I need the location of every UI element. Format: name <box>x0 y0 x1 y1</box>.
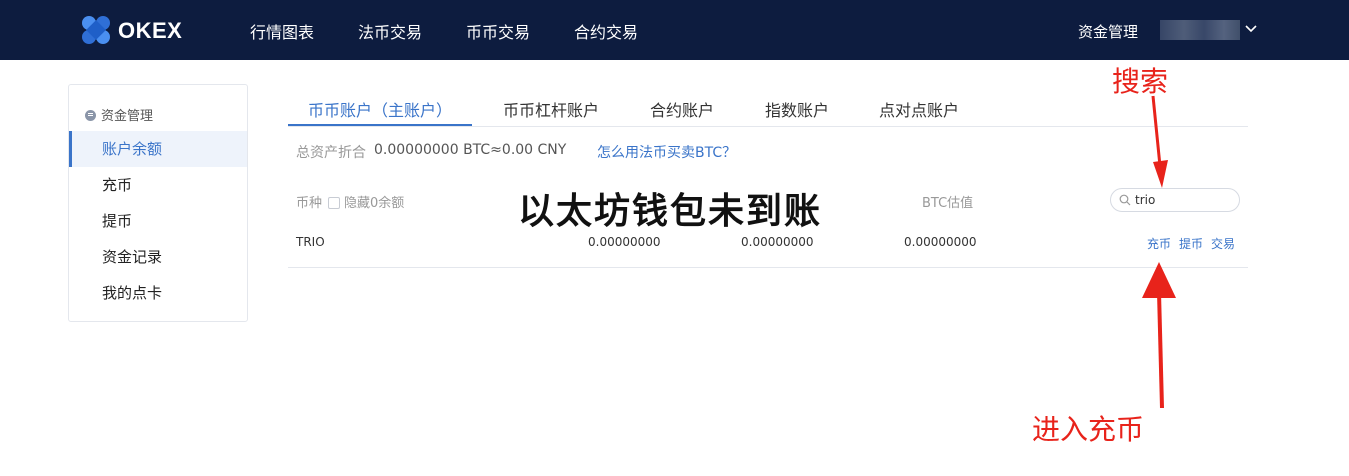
column-header-currency: 币种 <box>296 196 323 211</box>
okex-logo[interactable]: OKEX <box>78 12 198 48</box>
row-currency: TRIO <box>296 235 325 249</box>
sidebar-item-deposit[interactable]: 充币 <box>69 167 247 203</box>
funds-sidebar: 资金管理 账户余额 充币 提币 资金记录 我的点卡 <box>68 84 248 322</box>
column-header-btc-value: BTC估值 <box>922 196 974 211</box>
nav-futures-trading[interactable]: 合约交易 <box>574 19 638 43</box>
active-tab-underline <box>288 124 472 126</box>
tab-index-account[interactable]: 指数账户 <box>765 97 829 121</box>
tab-margin-account[interactable]: 币币杠杆账户 <box>503 97 599 121</box>
total-assets-label: 总资产折合 <box>296 145 366 161</box>
chevron-down-icon[interactable] <box>1244 22 1258 36</box>
row-trade-link[interactable]: 交易 <box>1211 235 1235 252</box>
sidebar-item-fund-records[interactable]: 资金记录 <box>69 239 247 275</box>
annotation-enter-deposit: 进入充币 <box>1032 413 1145 446</box>
row-divider <box>288 267 1248 268</box>
row-withdraw-link[interactable]: 提币 <box>1179 235 1203 252</box>
nav-fiat-trading[interactable]: 法币交易 <box>358 19 422 43</box>
account-tabs: 币币账户（主账户） 币币杠杆账户 合约账户 指数账户 点对点账户 <box>288 84 1248 127</box>
hide-zero-label: 隐藏0余额 <box>344 196 405 211</box>
currency-search <box>1110 188 1240 212</box>
watermark-caption: 以太坊钱包未到账 <box>518 191 823 232</box>
search-icon <box>1119 194 1131 206</box>
list-icon <box>85 110 96 121</box>
nav-funds-management[interactable]: 资金管理 <box>1078 21 1138 42</box>
row-value-col3: 0.00000000 <box>741 235 814 249</box>
sidebar-heading: 资金管理 <box>85 105 153 124</box>
top-nav-bar: OKEX 行情图表 法币交易 币币交易 合约交易 资金管理 <box>0 0 1349 60</box>
annotation-search: 搜索 <box>1112 65 1169 98</box>
row-value-col2: 0.00000000 <box>588 235 661 249</box>
row-btc-value: 0.00000000 <box>904 235 977 249</box>
sidebar-item-withdraw[interactable]: 提币 <box>69 203 247 239</box>
tab-spot-main-account[interactable]: 币币账户（主账户） <box>308 97 452 121</box>
hide-zero-balance-toggle[interactable]: 隐藏0余额 <box>328 192 404 211</box>
currency-search-input[interactable] <box>1135 192 1235 208</box>
logo-text: OKEX <box>118 18 183 43</box>
okex-logo-icon <box>82 16 110 44</box>
arrow-to-deposit <box>1142 262 1176 409</box>
sidebar-heading-label: 资金管理 <box>101 109 154 124</box>
hide-zero-checkbox[interactable] <box>328 197 340 209</box>
total-assets-value: 0.00000000 BTC≈0.00 CNY <box>374 142 567 158</box>
user-account-blurred[interactable] <box>1160 20 1240 40</box>
tab-p2p-account[interactable]: 点对点账户 <box>879 97 959 121</box>
nav-spot-trading[interactable]: 币币交易 <box>466 19 530 43</box>
row-deposit-link[interactable]: 充币 <box>1147 235 1171 252</box>
fiat-help-link[interactable]: 怎么用法币买卖BTC？ <box>597 142 736 162</box>
nav-market-charts[interactable]: 行情图表 <box>250 19 314 43</box>
sidebar-item-account-balance[interactable]: 账户余额 <box>69 131 247 167</box>
sidebar-item-my-point-card[interactable]: 我的点卡 <box>69 275 247 311</box>
tab-futures-account[interactable]: 合约账户 <box>650 97 714 121</box>
